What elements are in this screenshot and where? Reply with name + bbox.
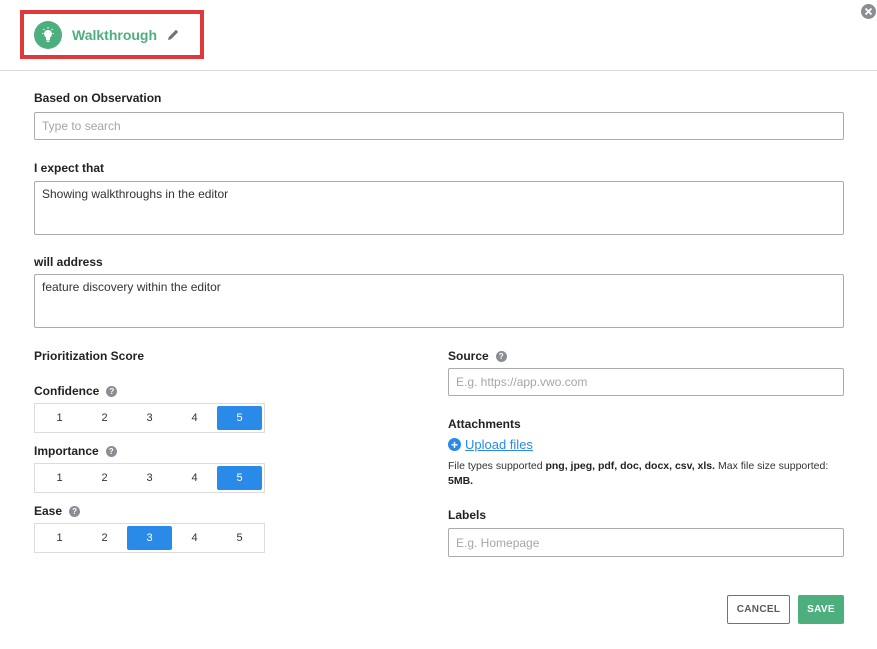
address-textarea[interactable]: feature discovery within the editor <box>34 274 844 328</box>
source-label-text: Source <box>448 349 489 363</box>
importance-label: Importance? <box>34 444 117 458</box>
importance-label-text: Importance <box>34 444 99 458</box>
title-highlight: Walkthrough <box>20 10 204 59</box>
scale-option[interactable]: 3 <box>127 406 172 430</box>
confidence-scale: 12345 <box>34 403 265 433</box>
attachments-label: Attachments <box>448 417 521 431</box>
scale-option[interactable]: 3 <box>127 466 172 490</box>
upload-files-link[interactable]: + Upload files <box>448 437 533 452</box>
labels-input[interactable] <box>448 528 844 557</box>
lightbulb-icon <box>34 20 62 49</box>
ease-scale: 12345 <box>34 523 265 553</box>
help-icon[interactable]: ? <box>106 386 118 397</box>
labels-label: Labels <box>448 508 487 522</box>
ease-label: Ease? <box>34 504 81 518</box>
scale-option[interactable]: 4 <box>172 406 217 430</box>
confidence-label: Confidence? <box>34 384 118 398</box>
scale-option[interactable]: 2 <box>82 466 127 490</box>
scale-option[interactable]: 2 <box>82 406 127 430</box>
upload-files-label: Upload files <box>465 437 533 452</box>
file-types-info: File types supported png, jpeg, pdf, doc… <box>448 459 848 489</box>
observation-search-input[interactable] <box>34 112 844 140</box>
scale-option[interactable]: 5 <box>217 466 262 490</box>
scale-option[interactable]: 1 <box>37 466 82 490</box>
source-label: Source? <box>448 349 507 363</box>
plus-circle-icon: + <box>448 438 461 451</box>
expect-label: I expect that <box>34 161 105 175</box>
cancel-button[interactable]: CANCEL <box>727 595 790 624</box>
file-types-prefix: File types supported <box>448 460 546 472</box>
scale-option[interactable]: 1 <box>37 406 82 430</box>
file-types-list: png, jpeg, pdf, doc, docx, csv, xls. <box>545 460 716 472</box>
scale-option[interactable]: 5 <box>217 406 262 430</box>
scale-option[interactable]: 4 <box>172 526 217 550</box>
observation-label: Based on Observation <box>34 91 162 105</box>
scale-option[interactable]: 4 <box>172 466 217 490</box>
help-icon[interactable]: ? <box>105 446 117 457</box>
file-size-limit: 5MB. <box>448 475 474 487</box>
importance-scale: 12345 <box>34 463 265 493</box>
pencil-icon[interactable] <box>167 28 180 41</box>
close-icon[interactable] <box>861 4 876 19</box>
file-size-prefix: Max file size supported: <box>715 460 829 472</box>
address-label: will address <box>34 255 103 269</box>
expect-textarea[interactable]: Showing walkthroughs in the editor <box>34 181 844 235</box>
confidence-label-text: Confidence <box>34 384 100 398</box>
ease-label-text: Ease <box>34 504 63 518</box>
scale-option[interactable]: 1 <box>37 526 82 550</box>
page-title: Walkthrough <box>72 26 158 43</box>
prioritization-title: Prioritization Score <box>34 349 145 363</box>
scale-option[interactable]: 5 <box>217 526 262 550</box>
help-icon[interactable]: ? <box>495 351 507 362</box>
help-icon[interactable]: ? <box>69 506 81 517</box>
scale-option[interactable]: 2 <box>82 526 127 550</box>
source-input[interactable] <box>448 368 844 396</box>
scale-option[interactable]: 3 <box>127 526 172 550</box>
modal-header: Walkthrough <box>0 0 877 71</box>
save-button[interactable]: SAVE <box>798 595 844 624</box>
